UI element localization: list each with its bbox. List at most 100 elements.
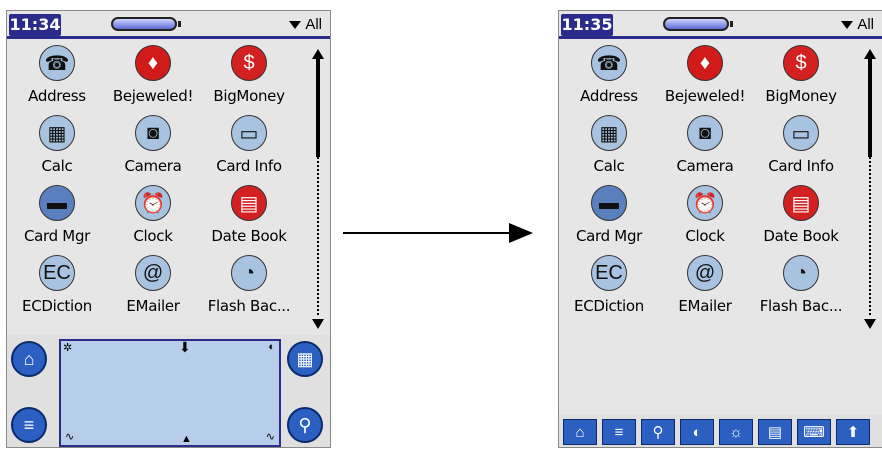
scroll-up-icon[interactable] xyxy=(312,49,324,59)
app-label: BigMoney xyxy=(765,87,837,105)
gem-icon: ♦ xyxy=(135,45,171,81)
scroll-thumb[interactable] xyxy=(868,59,872,157)
home-icon: ⌂ xyxy=(23,348,35,369)
app-launcher-item[interactable]: @ EMailer xyxy=(103,255,203,325)
home-button[interactable]: ⌂ xyxy=(11,341,47,377)
app-label: ECDiction xyxy=(574,297,644,315)
battery-icon[interactable] xyxy=(111,17,181,31)
scroll-down-icon[interactable] xyxy=(864,319,876,329)
status-bar: 11:35 All xyxy=(559,11,882,39)
gem-icon: ♦ xyxy=(687,45,723,81)
alarm-clock-icon: ⏰ xyxy=(135,185,171,221)
applications-button[interactable]: ▦ xyxy=(287,341,323,377)
scrollbar[interactable] xyxy=(864,49,876,329)
dictionary-icon: EC xyxy=(39,255,75,291)
app-launcher-item[interactable]: ▤ Date Book xyxy=(199,185,299,255)
card-info-icon: ▭ xyxy=(783,115,819,151)
menu-button[interactable]: ≡ xyxy=(11,407,47,443)
palm-screen-before: 11:34 All ☎ Address ♦ Bejeweled! $ BigMoney ▦ C… xyxy=(6,10,331,448)
contrast-button[interactable]: ◐ xyxy=(680,419,714,445)
flash-backup-icon: ◔ xyxy=(783,255,819,291)
find-button[interactable]: ⚲ xyxy=(287,407,323,443)
app-label: Clock xyxy=(685,227,725,245)
brightness-button[interactable]: ☼ xyxy=(719,419,753,445)
scroll-down-icon[interactable] xyxy=(312,319,324,329)
app-launcher-item[interactable]: ♦ Bejeweled! xyxy=(103,45,203,115)
app-label: Bejeweled! xyxy=(112,87,194,105)
flash-backup-icon: ◔ xyxy=(231,255,267,291)
app-launcher-item[interactable]: ◙ Camera xyxy=(103,115,203,185)
app-launcher-item[interactable]: ⏰ Clock xyxy=(103,185,203,255)
app-launcher-item[interactable]: EC ECDiction xyxy=(7,255,107,325)
app-launcher-item[interactable]: ☎ Address xyxy=(7,45,107,115)
keyboard-button[interactable]: ⌨ xyxy=(797,419,831,445)
app-launcher-item[interactable]: ▤ Date Book xyxy=(751,185,851,255)
keyboard-icon: ⌨ xyxy=(803,424,825,441)
app-label: Card Info xyxy=(216,157,282,175)
app-launcher-item[interactable]: ▬ Card Mgr xyxy=(7,185,107,255)
app-launcher-item[interactable]: ◔ Flash Bac... xyxy=(199,255,299,325)
clock-display[interactable]: 11:35 xyxy=(561,14,613,36)
card-manager-icon: ▬ xyxy=(591,185,627,221)
scroll-track[interactable] xyxy=(869,157,871,315)
app-label: Card Mgr xyxy=(23,227,91,245)
home-button[interactable]: ⌂ xyxy=(563,419,597,445)
battery-icon[interactable] xyxy=(663,17,733,31)
transition-arrow-head xyxy=(509,223,533,243)
app-label: Clock xyxy=(133,227,173,245)
status-dock: ⌂ ≡ ⚲ ◐ ☼ ▤ ⌨ ⬆ xyxy=(559,415,882,447)
status-bar-icon: ▤ xyxy=(767,424,783,441)
category-label: All xyxy=(857,16,874,33)
camera-icon: ◙ xyxy=(135,115,171,151)
stroke-icon: ∿ xyxy=(265,431,275,443)
dropdown-triangle-icon xyxy=(289,21,302,30)
email-icon: @ xyxy=(687,255,723,291)
app-launcher-item[interactable]: ♦ Bejeweled! xyxy=(655,45,755,115)
calculator-icon: ▦ xyxy=(39,115,75,151)
scrollbar[interactable] xyxy=(312,49,324,329)
app-label: Card Mgr xyxy=(575,227,643,245)
app-launcher-item[interactable]: ▦ Calc xyxy=(559,115,659,185)
app-label: EMailer xyxy=(126,297,180,315)
app-launcher-item[interactable]: ▭ Card Info xyxy=(199,115,299,185)
graffiti-area: ⌂ ≡ ▦ ⚲ ✲ ⬇ ◐ ∿ ▲ ∿ xyxy=(7,335,330,447)
menu-icon: ≡ xyxy=(614,423,624,441)
app-launcher-item[interactable]: $ BigMoney xyxy=(751,45,851,115)
app-launcher-item[interactable]: ▬ Card Mgr xyxy=(559,185,659,255)
phone-icon: ☎ xyxy=(591,45,627,81)
category-picker[interactable]: All xyxy=(289,16,322,33)
scroll-up-icon[interactable] xyxy=(864,49,876,59)
phone-icon: ☎ xyxy=(39,45,75,81)
app-launcher-item[interactable]: ▦ Calc xyxy=(7,115,107,185)
scroll-track[interactable] xyxy=(317,157,319,315)
app-label: Date Book xyxy=(211,227,287,245)
find-button[interactable]: ⚲ xyxy=(641,419,675,445)
app-launcher-item[interactable]: EC ECDiction xyxy=(559,255,659,325)
scroll-thumb[interactable] xyxy=(316,59,320,157)
app-label: Camera xyxy=(124,157,182,175)
app-launcher-item[interactable]: @ EMailer xyxy=(655,255,755,325)
app-launcher-item[interactable]: ▭ Card Info xyxy=(751,115,851,185)
pad-divider-mark: ▲ xyxy=(181,433,192,445)
app-launcher-item[interactable]: ◙ Camera xyxy=(655,115,755,185)
app-label: BigMoney xyxy=(213,87,285,105)
status-divider xyxy=(559,36,882,39)
expand-input-button[interactable]: ⬆ xyxy=(836,419,870,445)
clock-display[interactable]: 11:34 xyxy=(9,14,61,36)
app-label: Camera xyxy=(676,157,734,175)
app-launcher-item[interactable]: ⏰ Clock xyxy=(655,185,755,255)
sparkle-icon: ✲ xyxy=(63,342,73,354)
menu-icon: ≡ xyxy=(23,414,35,435)
app-launcher-item[interactable]: $ BigMoney xyxy=(199,45,299,115)
status-bar-button[interactable]: ▤ xyxy=(758,419,792,445)
app-launcher-item[interactable]: ☎ Address xyxy=(559,45,659,115)
menu-button[interactable]: ≡ xyxy=(602,419,636,445)
app-label: Address xyxy=(580,87,638,105)
app-launcher-item[interactable]: ◔ Flash Bac... xyxy=(751,255,851,325)
status-divider xyxy=(7,36,330,39)
graffiti-writing-pad[interactable]: ✲ ⬇ ◐ ∿ ▲ ∿ xyxy=(59,339,281,447)
find-icon: ⚲ xyxy=(652,424,664,441)
alarm-clock-icon: ⏰ xyxy=(687,185,723,221)
transition-arrow-line xyxy=(343,232,511,234)
category-picker[interactable]: All xyxy=(841,16,874,33)
